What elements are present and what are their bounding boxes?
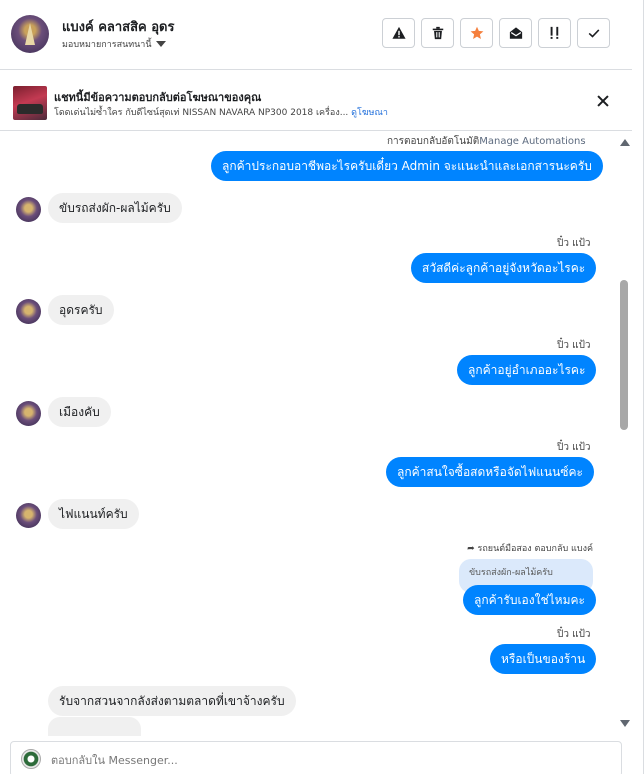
scrollbar-thumb[interactable] xyxy=(620,280,628,430)
warning-icon xyxy=(391,26,406,39)
message-bubble-outgoing[interactable]: ลูกค้ารับเองใช่ไหมคะ xyxy=(463,585,596,615)
mark-unread-icon xyxy=(509,27,522,39)
follow-up-icon xyxy=(550,26,558,39)
message-bubble-incoming[interactable]: ไฟแนนท์ครับ xyxy=(48,499,139,529)
message-bubble-incoming[interactable]: รับจากสวนจากลังส่งตามตลาดที่เขาจ้างครับ xyxy=(48,686,296,716)
page-avatar xyxy=(21,749,41,769)
ad-reply-banner: แชทนี้มีข้อความตอบกลับต่อโฆษณาของคุณ โดด… xyxy=(0,71,632,131)
manage-automations-link[interactable]: Manage Automations xyxy=(479,136,585,147)
reply-arrow-icon: ➦ xyxy=(467,544,475,554)
reply-header: ➦ รถยนต์มือสอง ตอบกลับ แบงค์ xyxy=(467,541,593,555)
message-bubble-incoming-partial[interactable] xyxy=(48,717,141,736)
reply-composer xyxy=(10,741,622,774)
reply-header-text: รถยนต์มือสอง ตอบกลับ แบงค์ xyxy=(477,544,593,554)
banner-title: แชทนี้มีข้อความตอบกลับต่อโฆษณาของคุณ xyxy=(54,91,262,104)
message-bubble-incoming[interactable]: ขับรถส่งผัก-ผลไม้ครับ xyxy=(48,193,182,223)
done-button[interactable] xyxy=(577,18,610,48)
conversation-header: แบงค์ คลาสสิค อุดร มอบหมายการสนทนานี้ xyxy=(0,0,632,70)
mark-unread-button[interactable] xyxy=(499,18,532,48)
message-bubble-outgoing[interactable]: สวัสดีค่ะลูกค้าอยู่จังหวัดอะไรคะ xyxy=(411,253,597,283)
assign-label: มอบหมายการสนทนานี้ xyxy=(62,40,152,50)
assign-conversation-dropdown[interactable]: มอบหมายการสนทนานี้ xyxy=(62,37,166,51)
ad-thumbnail[interactable] xyxy=(13,86,47,120)
sender-label: ปิ๋ว แป้ว xyxy=(557,629,591,640)
message-bubble-outgoing[interactable]: ลูกค้าประกอบอาชีพอะไรครับเดี๋ยว Admin จะ… xyxy=(211,151,603,181)
avatar[interactable] xyxy=(16,197,41,222)
follow-up-button[interactable] xyxy=(538,18,571,48)
conversation-actions xyxy=(382,18,610,48)
message-thread[interactable]: การตอบกลับอัตโนมัติManage Automations ลู… xyxy=(0,132,617,736)
scroll-down-arrow-icon[interactable] xyxy=(620,720,630,727)
star-icon xyxy=(470,26,483,39)
message-bubble-outgoing[interactable]: ลูกค้าสนใจซื้อสดหรือจัดไฟแนนซ์คะ xyxy=(386,457,594,487)
sender-label: ปิ๋ว แป้ว xyxy=(557,340,591,351)
banner-subtitle: โดดเด่นไม่ซ้ำใคร กับดีไซน์สุดเท่ NISSAN … xyxy=(54,105,388,119)
close-icon[interactable] xyxy=(596,94,610,108)
message-bubble-incoming[interactable]: เมืองคับ xyxy=(48,397,111,427)
sender-label: ปิ๋ว แป้ว xyxy=(557,238,591,249)
inbox-conversation: แบงค์ คลาสสิค อุดร มอบหมายการสนทนานี้ แช… xyxy=(0,0,644,774)
auto-reply-label: การตอบกลับอัตโนมัติManage Automations xyxy=(387,134,586,149)
avatar[interactable] xyxy=(16,299,41,324)
avatar[interactable] xyxy=(16,401,41,426)
message-bubble-incoming[interactable]: อุดรครับ xyxy=(48,295,114,325)
scroll-up-arrow-icon[interactable] xyxy=(620,139,630,146)
ad-description: โดดเด่นไม่ซ้ำใคร กับดีไซน์สุดเท่ NISSAN … xyxy=(54,108,349,118)
chevron-down-icon xyxy=(155,41,166,47)
contact-name[interactable]: แบงค์ คลาสสิค อุดร xyxy=(62,16,175,37)
spam-button[interactable] xyxy=(382,18,415,48)
view-ad-link[interactable]: ดูโฆษณา xyxy=(351,108,388,118)
trash-icon xyxy=(432,26,443,40)
message-bubble-outgoing[interactable]: หรือเป็นของร้าน xyxy=(490,644,597,674)
delete-button[interactable] xyxy=(421,18,454,48)
sender-label: ปิ๋ว แป้ว xyxy=(557,442,591,453)
reply-input[interactable] xyxy=(51,750,611,770)
star-button[interactable] xyxy=(460,18,493,48)
auto-reply-text: การตอบกลับอัตโนมัติ xyxy=(387,136,480,147)
message-bubble-outgoing[interactable]: ลูกค้าอยู่อำเภออะไรคะ xyxy=(457,355,597,385)
check-icon xyxy=(588,29,599,38)
avatar[interactable] xyxy=(11,15,49,53)
avatar[interactable] xyxy=(16,503,41,528)
scrollbar[interactable] xyxy=(617,132,632,732)
